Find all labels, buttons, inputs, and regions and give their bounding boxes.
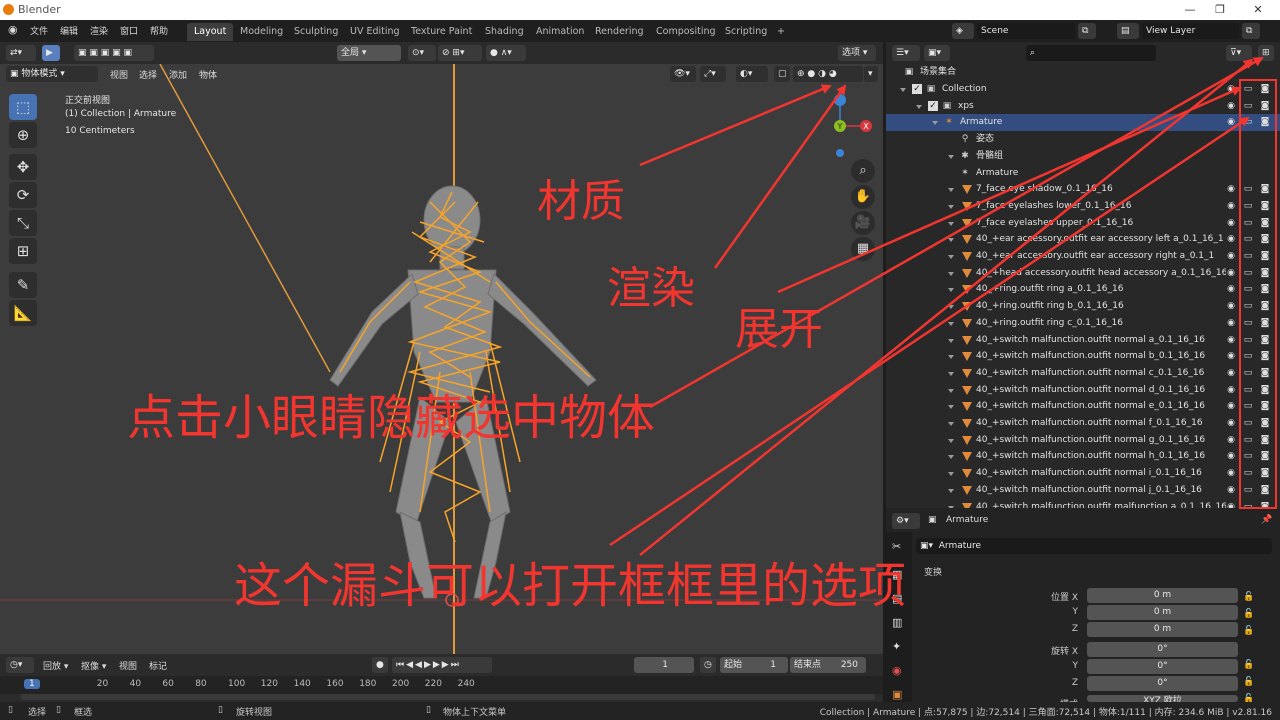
- annotation-expand: 展开: [735, 304, 823, 355]
- annotation-arrows: [609, 56, 1264, 556]
- annotation-hide: 点击小眼睛隐藏选中物体: [127, 390, 656, 446]
- blender-window: Blender — ❐ ✕ ◉ 文件 编辑 渲染 窗口 帮助 Layout Mo…: [0, 0, 1280, 720]
- annotation-render: 渲染: [607, 263, 695, 314]
- annotation-material: 材质: [537, 176, 625, 227]
- annotation-funnel: 这个漏斗可以打开框框里的选项: [234, 558, 907, 614]
- highlight-box: [1239, 79, 1277, 509]
